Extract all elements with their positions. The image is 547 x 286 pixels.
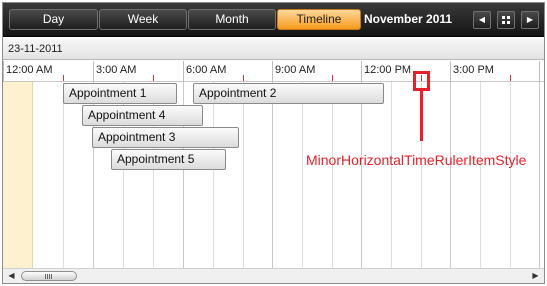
minor-tick [510,75,511,81]
grid-line [302,82,303,268]
ruler-label: 12:00 PM [364,64,412,76]
grid-line [63,82,64,268]
minor-tick [243,75,244,81]
scroll-right-arrow-icon[interactable]: ▶ [528,269,543,283]
scroll-thumb[interactable] [21,271,77,281]
ruler-label: 3:00 PM [453,64,494,76]
chevron-left-icon: ◀ [478,15,486,24]
ruler-label: 12:00 AM [6,64,53,76]
month-title: November 2011 [364,12,453,26]
minor-tick [153,75,154,81]
scheduler: Day Week Month Timeline November 2011 ◀ … [2,2,545,284]
grid-line [539,82,540,268]
scheduler-toolbar: Day Week Month Timeline November 2011 ◀ … [3,3,544,37]
major-tick [3,61,4,82]
callout-highlight [413,71,430,91]
grid-line [243,82,244,268]
ruler-label: 6:00 AM [186,64,227,76]
grid-line [510,82,511,268]
next-button[interactable]: ▶ [521,11,539,29]
calendar-picker-button[interactable] [497,11,515,29]
grid-line [213,82,214,268]
callout-pointer [420,91,423,141]
date-header: 23-11-2011 [3,38,544,60]
callout-label: MinorHorizontalTimeRulerItemStyle [306,152,527,168]
day-view-button[interactable]: Day [9,9,98,30]
timeline-view-button[interactable]: Timeline [277,9,361,30]
ruler-label: 3:00 AM [96,64,137,76]
minor-tick [332,75,333,81]
appointment-5[interactable]: Appointment 5 [111,149,226,170]
grid-line [272,82,273,268]
major-tick [539,61,540,82]
appointment-2[interactable]: Appointment 2 [193,83,384,104]
non-working-hours [3,82,33,268]
chevron-right-icon: ▶ [526,15,534,24]
major-tick [361,61,362,82]
grid-line [480,82,481,268]
grid-line [450,82,451,268]
major-tick [450,61,451,82]
grid-line [391,82,392,268]
grid-line [332,82,333,268]
grip-icon [45,274,52,279]
major-tick [272,61,273,82]
appointment-1[interactable]: Appointment 1 [63,83,177,104]
grid-line [361,82,362,268]
appointment-4[interactable]: Appointment 4 [82,105,203,126]
minor-tick [63,75,64,81]
major-tick [93,61,94,82]
ruler-label: 9:00 AM [275,64,316,76]
timeline-grid[interactable]: Appointment 1 Appointment 2 Appointment … [3,82,544,268]
appointment-3[interactable]: Appointment 3 [92,127,239,148]
week-view-button[interactable]: Week [99,9,187,30]
time-ruler: 12:00 AM 3:00 AM 6:00 AM 9:00 AM 12:00 P… [3,61,544,82]
scroll-left-arrow-icon[interactable]: ◀ [4,269,19,283]
grid-icon [502,16,510,24]
previous-button[interactable]: ◀ [473,11,491,29]
major-tick [183,61,184,82]
date-label: 23-11-2011 [8,43,63,55]
month-view-button[interactable]: Month [188,9,276,30]
horizontal-scrollbar[interactable]: ◀ ▶ [3,268,544,283]
